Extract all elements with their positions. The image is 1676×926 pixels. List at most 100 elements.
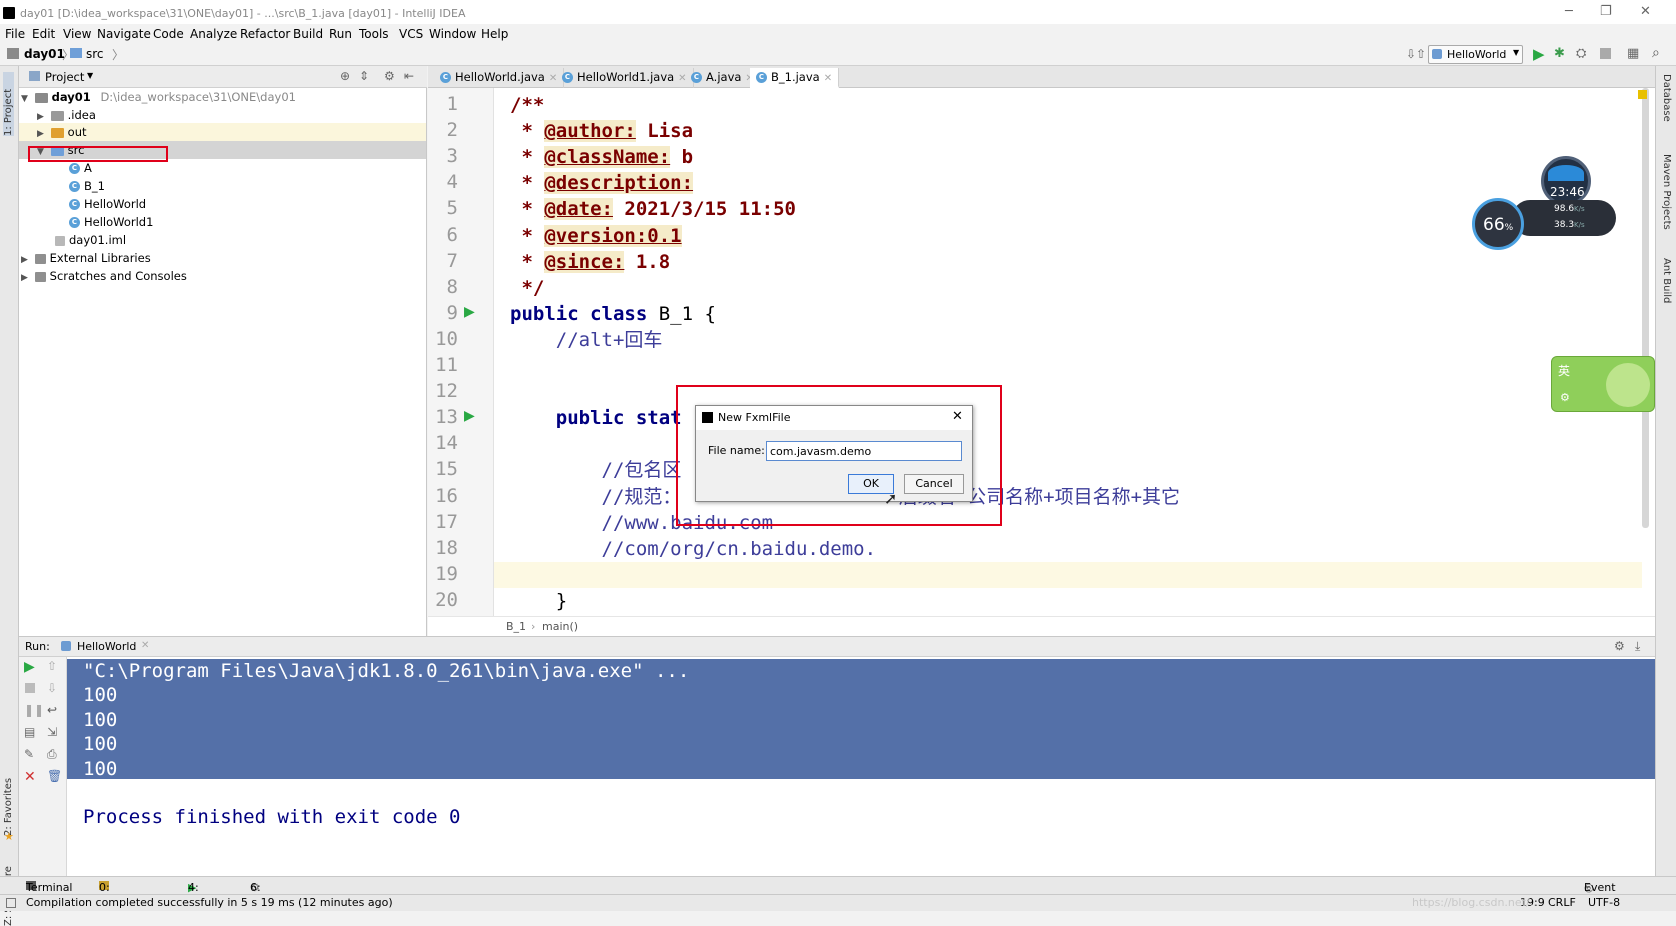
breadcrumb-class[interactable]: B_1 bbox=[506, 620, 526, 633]
up-arrow-icon[interactable]: ⇧ bbox=[47, 659, 57, 673]
iml-file-icon bbox=[55, 235, 65, 246]
tree-item-helloworld1[interactable]: C HelloWorld1 bbox=[69, 213, 153, 231]
menu-refactor[interactable]: Refactor bbox=[240, 27, 290, 41]
code-line[interactable]: * @className: b bbox=[510, 145, 693, 169]
clock-widget[interactable]: 23:46 bbox=[1541, 156, 1591, 206]
network-widget[interactable]: 98.6K/s 38.3K/s bbox=[1512, 200, 1616, 236]
leaf-icon bbox=[1606, 363, 1650, 407]
code-line[interactable]: //com/org/cn.baidu.demo. bbox=[510, 537, 877, 561]
gear-icon[interactable]: ⚙ bbox=[384, 69, 395, 83]
close-run-icon[interactable]: ✕ bbox=[24, 769, 36, 785]
cpu-gauge[interactable]: 66% bbox=[1472, 198, 1524, 250]
rerun-icon[interactable]: ▶ bbox=[24, 659, 35, 675]
search-icon[interactable]: ⌕ bbox=[1652, 45, 1660, 61]
tab-b1-java[interactable]: C B_1.java ✕ bbox=[750, 68, 840, 88]
status-toggle-icon[interactable] bbox=[6, 898, 16, 908]
line-number: 11 bbox=[435, 354, 458, 376]
warning-marker-icon[interactable] bbox=[1638, 90, 1647, 99]
line-number: 1 bbox=[446, 93, 458, 115]
close-icon[interactable]: ✕ bbox=[824, 73, 832, 84]
tree-item-idea[interactable]: ▶ .idea bbox=[37, 106, 96, 124]
hide-panel-icon[interactable]: ⤓ bbox=[1635, 639, 1640, 654]
run-config-select[interactable]: HelloWorld ▼ bbox=[1428, 45, 1523, 64]
coverage-icon[interactable]: ⛭ bbox=[1576, 46, 1586, 61]
down-arrow-icon[interactable]: ⇩ bbox=[47, 681, 57, 695]
code-line[interactable]: /** bbox=[510, 93, 544, 117]
console-line: 100 bbox=[83, 757, 118, 780]
status-message[interactable]: Compilation completed successfully in 5 … bbox=[26, 896, 393, 909]
tab-ant-build[interactable]: Ant Build bbox=[1661, 258, 1672, 303]
code-line[interactable]: * @author: Lisa bbox=[510, 119, 693, 143]
tree-item-iml[interactable]: day01.iml bbox=[55, 231, 126, 249]
code-line[interactable]: //包名区 bbox=[510, 458, 682, 482]
menu-file[interactable]: File bbox=[5, 27, 25, 41]
ime-widget[interactable]: 英 ⚙ bbox=[1551, 356, 1655, 412]
pause-icon[interactable]: ❚❚ bbox=[24, 703, 44, 717]
editor-scrollbar[interactable] bbox=[1642, 88, 1649, 528]
close-button[interactable]: ✕ bbox=[1640, 4, 1651, 19]
menu-view[interactable]: View bbox=[63, 27, 91, 41]
run-tab-helloworld[interactable]: HelloWorld bbox=[77, 640, 136, 653]
menu-vcs[interactable]: VCS bbox=[399, 27, 423, 41]
run-gutter-icon[interactable]: ▶ bbox=[464, 304, 475, 320]
code-token: @since: bbox=[544, 250, 625, 273]
menu-analyze[interactable]: Analyze bbox=[190, 27, 237, 41]
menu-tools[interactable]: Tools bbox=[359, 27, 389, 41]
breadcrumb-method[interactable]: main() bbox=[542, 620, 578, 633]
code-line[interactable]: * @date: 2021/3/15 11:50 bbox=[510, 197, 796, 221]
code-token: * bbox=[510, 146, 545, 169]
tree-item-day01[interactable]: ▼ day01 D:\idea_workspace\31\ONE\day01 bbox=[21, 88, 296, 106]
menu-run[interactable]: Run bbox=[329, 27, 352, 41]
tab-helloworld-java[interactable]: C HelloWorld.java ✕ bbox=[434, 68, 565, 88]
tab-database[interactable]: Database bbox=[1661, 74, 1672, 122]
tree-item-out[interactable]: ▶ out bbox=[19, 123, 426, 141]
dump-threads-icon[interactable]: ▤ bbox=[24, 725, 35, 739]
project-view-icon bbox=[29, 71, 40, 81]
tree-item-b1[interactable]: C B_1 bbox=[69, 177, 105, 195]
code-line[interactable]: //alt+回车 bbox=[510, 328, 663, 352]
menu-build[interactable]: Build bbox=[293, 27, 323, 41]
menu-window[interactable]: Window bbox=[429, 27, 476, 41]
menu-edit[interactable]: Edit bbox=[32, 27, 55, 41]
code-line[interactable]: */ bbox=[510, 276, 544, 300]
project-view-select[interactable]: Project bbox=[45, 70, 84, 84]
stop-icon[interactable] bbox=[1600, 48, 1611, 59]
debug-icon[interactable]: ✱ bbox=[1554, 46, 1565, 61]
tab-maven-projects[interactable]: Maven Projects bbox=[1661, 154, 1672, 230]
locate-icon[interactable]: ⊕ bbox=[340, 69, 350, 83]
code-line[interactable]: * @description: bbox=[510, 171, 694, 195]
stop-icon[interactable] bbox=[25, 683, 35, 693]
maximize-button[interactable]: ❐ bbox=[1600, 4, 1612, 19]
breadcrumb-src[interactable]: src bbox=[86, 47, 104, 61]
tree-item-scratches[interactable]: ▶ Scratches and Consoles bbox=[21, 267, 187, 285]
line-separator[interactable]: CRLF bbox=[1548, 896, 1576, 909]
run-gutter-icon[interactable]: ▶ bbox=[464, 408, 475, 424]
breadcrumb-day01[interactable]: day01 bbox=[24, 47, 65, 61]
file-encoding[interactable]: UTF-8 bbox=[1588, 896, 1620, 909]
close-icon[interactable]: ✕ bbox=[141, 640, 149, 651]
tree-item-helloworld[interactable]: C HelloWorld bbox=[69, 195, 146, 213]
code-line[interactable]: * @since: 1.8 bbox=[510, 250, 670, 274]
print-icon[interactable]: ⎙ bbox=[47, 747, 57, 762]
run-icon[interactable]: ▶ bbox=[1533, 45, 1545, 63]
clear-icon[interactable]: 🗑 bbox=[47, 769, 62, 783]
code-line[interactable]: public class B_1 { bbox=[510, 302, 716, 326]
code-line[interactable]: * @version:0.1 bbox=[510, 224, 682, 248]
soft-wrap-icon[interactable]: ↩ bbox=[47, 703, 57, 717]
gear-icon[interactable]: ⚙ bbox=[1614, 639, 1625, 653]
project-structure-icon[interactable]: ▦ bbox=[1627, 46, 1639, 61]
settings-icon[interactable]: ✎ bbox=[24, 747, 34, 761]
minimize-button[interactable]: ─ bbox=[1565, 4, 1573, 19]
menu-help[interactable]: Help bbox=[481, 27, 508, 41]
build-project-icon[interactable]: ⇩⇧ bbox=[1406, 47, 1426, 61]
tab-project[interactable]: 1: Project bbox=[3, 72, 14, 136]
menu-code[interactable]: Code bbox=[153, 27, 184, 41]
tree-item-external-libraries[interactable]: ▶ External Libraries bbox=[21, 249, 151, 267]
hide-panel-icon[interactable]: ⇤ bbox=[404, 69, 414, 83]
tab-helloworld1-java[interactable]: C HelloWorld1.java ✕ bbox=[556, 68, 694, 88]
tab-favorites[interactable]: 2: Favorites bbox=[3, 766, 14, 836]
menu-navigate[interactable]: Navigate bbox=[97, 27, 151, 41]
code-line[interactable]: } bbox=[510, 589, 567, 613]
scroll-to-end-icon[interactable]: ⇲ bbox=[47, 725, 57, 739]
collapse-icon[interactable]: ⇕ bbox=[359, 69, 369, 83]
